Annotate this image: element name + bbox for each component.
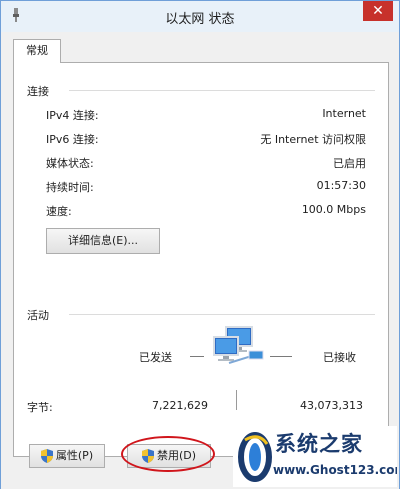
close-icon: ✕ bbox=[372, 3, 384, 19]
general-panel: 连接 IPv4 连接: Internet IPv6 连接: 无 Internet… bbox=[13, 62, 389, 457]
speed-row: 速度: 100.0 Mbps bbox=[46, 203, 366, 219]
watermark-name: 系统之家 bbox=[275, 431, 363, 456]
title-bar[interactable]: 以太网 状态 ✕ bbox=[1, 1, 399, 32]
highlight-circle bbox=[121, 436, 215, 472]
bytes-separator bbox=[236, 390, 237, 410]
connection-group-title: 连接 bbox=[27, 85, 49, 98]
properties-button[interactable]: 属性(P) bbox=[29, 444, 105, 468]
close-button[interactable]: ✕ bbox=[363, 1, 393, 21]
duration-row: 持续时间: 01:57:30 bbox=[46, 179, 366, 195]
activity-group-title: 活动 bbox=[27, 309, 49, 322]
bytes-sent-value: 7,221,629 bbox=[152, 399, 208, 412]
connection-divider bbox=[69, 90, 375, 91]
properties-button-label: 属性(P) bbox=[55, 449, 94, 462]
bytes-label: 字节: bbox=[27, 401, 53, 414]
watermark-url: www.Ghost123.com bbox=[273, 463, 397, 477]
ipv4-value: Internet bbox=[322, 107, 366, 120]
sent-dash bbox=[190, 356, 204, 357]
received-dash bbox=[270, 356, 292, 357]
window-title: 以太网 状态 bbox=[165, 12, 235, 27]
speed-label: 速度: bbox=[46, 205, 72, 218]
duration-value: 01:57:30 bbox=[316, 179, 366, 192]
media-state-row: 媒体状态: 已启用 bbox=[46, 155, 366, 171]
sent-label: 已发送 bbox=[139, 351, 172, 364]
bytes-received-value: 43,073,313 bbox=[300, 399, 363, 412]
uac-shield-icon bbox=[40, 449, 53, 463]
tab-container: 常规 连接 IPv4 连接: Internet IPv6 连接: 无 Inter… bbox=[1, 32, 399, 489]
tab-general[interactable]: 常规 bbox=[13, 39, 61, 63]
ipv6-value: 无 Internet 访问权限 bbox=[260, 133, 366, 146]
media-state-label: 媒体状态: bbox=[46, 157, 94, 170]
ipv6-label: IPv6 连接: bbox=[46, 133, 99, 146]
speed-value: 100.0 Mbps bbox=[301, 203, 366, 216]
watermark-emblem-icon bbox=[238, 432, 272, 482]
received-label: 已接收 bbox=[323, 351, 356, 364]
ipv6-row: IPv6 连接: 无 Internet 访问权限 bbox=[46, 131, 366, 147]
ethernet-status-window: 以太网 状态 ✕ 常规 连接 IPv4 连接: Internet IPv6 连接… bbox=[0, 0, 400, 489]
details-button[interactable]: 详细信息(E)... bbox=[46, 228, 160, 254]
duration-label: 持续时间: bbox=[46, 181, 94, 194]
ipv4-label: IPv4 连接: bbox=[46, 109, 99, 122]
media-state-value: 已启用 bbox=[333, 157, 366, 170]
watermark-logo: 系统之家 www.Ghost123.com bbox=[233, 426, 397, 487]
network-computers-icon bbox=[213, 326, 264, 364]
activity-divider bbox=[69, 314, 375, 315]
ipv4-row: IPv4 连接: Internet bbox=[46, 107, 366, 123]
